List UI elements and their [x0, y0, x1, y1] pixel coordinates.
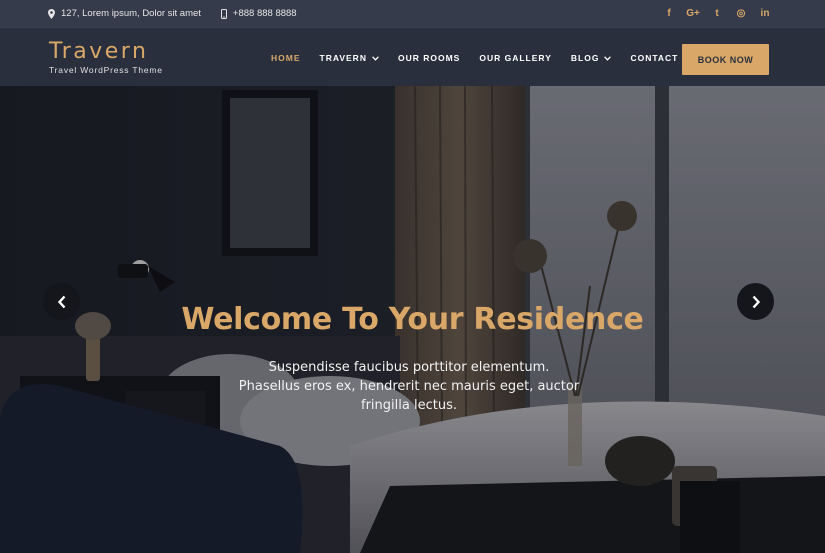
nav-item-home[interactable]: HOME — [271, 53, 301, 63]
chevron-down-icon — [372, 55, 379, 61]
hero-slider: Welcome To Your Residence Suspendisse fa… — [0, 86, 825, 553]
instagram-icon[interactable]: ◎ — [729, 8, 753, 19]
mobile-phone-icon — [220, 8, 227, 19]
logo-name: Travern — [49, 39, 149, 64]
nav-item-travern[interactable]: TRAVERN — [320, 53, 379, 63]
hero-description: Suspendisse faucibus porttitor elementum… — [238, 360, 580, 413]
map-pin-icon — [48, 8, 55, 19]
nav-item-our-gallery[interactable]: OUR GALLERY — [479, 53, 552, 63]
logo-tagline: Travel WordPress Theme — [49, 65, 163, 75]
google-plus-icon[interactable]: G+ — [681, 8, 705, 19]
facebook-icon[interactable]: f — [657, 8, 681, 19]
address-info: 127, Lorem ipsum, Dolor sit amet — [48, 8, 201, 19]
nav-item-our-rooms[interactable]: OUR ROOMS — [398, 53, 460, 63]
nav-item-blog[interactable]: BLOG — [571, 53, 612, 63]
social-links: f G+ t ◎ in — [657, 8, 777, 19]
site-logo[interactable]: Travern Travel WordPress Theme — [49, 39, 163, 76]
address-text: 127, Lorem ipsum, Dolor sit amet — [61, 8, 201, 19]
hero-title: Welcome To Your Residence — [181, 302, 644, 337]
site-header: Travern Travel WordPress Theme HOME TRAV… — [0, 27, 825, 86]
book-now-button[interactable]: BOOK NOW — [682, 44, 769, 75]
top-info-bar: 127, Lorem ipsum, Dolor sit amet +888 88… — [0, 0, 825, 27]
phone-info: +888 888 8888 — [220, 8, 297, 19]
main-nav: HOME TRAVERN OUR ROOMS OUR GALLERY BLOG … — [271, 53, 715, 63]
phone-text: +888 888 8888 — [232, 8, 297, 19]
linkedin-icon[interactable]: in — [753, 8, 777, 19]
chevron-down-icon — [604, 55, 612, 61]
twitter-icon[interactable]: t — [705, 8, 729, 19]
